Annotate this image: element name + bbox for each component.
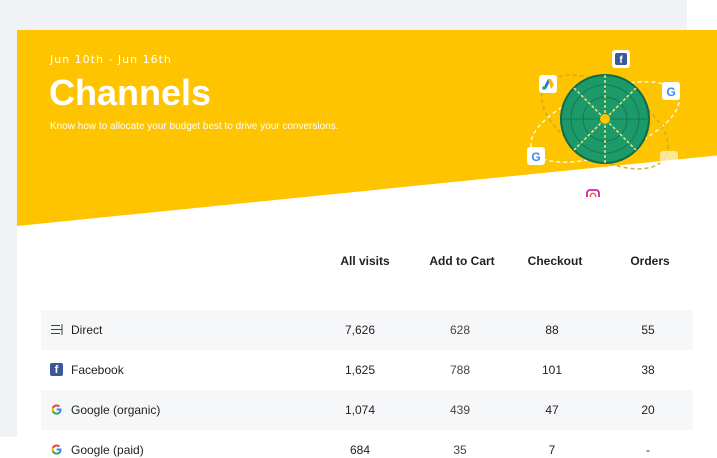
google-icon [50, 403, 63, 416]
column-header-orders: Orders [630, 254, 670, 268]
page-subtitle: Know how to allocate your budget best to… [50, 121, 339, 132]
checkout-value: 88 [545, 323, 559, 337]
orders-value: 55 [641, 323, 655, 337]
all-visits-value: 684 [349, 443, 371, 457]
column-header-add-to-cart: Add to Cart [429, 254, 495, 268]
google-ads-icon [539, 75, 557, 93]
instagram-icon [584, 187, 602, 205]
add-to-cart-value: 628 [449, 323, 471, 337]
checkout-value: 101 [541, 363, 563, 377]
svg-text:G: G [531, 150, 540, 164]
facebook-icon: f [50, 363, 63, 376]
column-header-all-visits: All visits [340, 254, 390, 268]
all-visits-value: 7,626 [344, 323, 376, 337]
add-to-cart-value: 788 [449, 363, 471, 377]
add-to-cart-value: 35 [453, 443, 467, 457]
svg-text:G: G [666, 85, 675, 99]
table-row: f Facebook 1,625 788 101 38 [41, 350, 693, 390]
orders-value: - [646, 443, 650, 457]
app-tile-icon [660, 151, 678, 169]
all-visits-value: 1,625 [344, 363, 376, 377]
checkout-value: 7 [548, 443, 556, 457]
channels-card: Jun 10th - Jun 16th Channels Know how to… [17, 30, 717, 458]
table-row: Direct 7,626 628 88 55 [41, 310, 693, 350]
direct-icon [50, 323, 63, 336]
channels-illustration: f G G [517, 47, 697, 205]
date-range: Jun 10th - Jun 16th [50, 53, 172, 66]
page-title: Channels [49, 72, 212, 113]
checkout-value: 47 [545, 403, 559, 417]
channel-name: Google (organic) [71, 403, 161, 417]
table-row: Google (organic) 1,074 439 47 20 [41, 390, 693, 430]
orders-value: 20 [641, 403, 655, 417]
add-to-cart-value: 439 [449, 403, 471, 417]
channel-name: Google (paid) [71, 443, 144, 457]
channel-name: Facebook [71, 363, 124, 377]
orders-value: 38 [641, 363, 655, 377]
table-row: Google (paid) 684 35 7 - [41, 430, 693, 458]
globe-icon [560, 74, 650, 164]
column-header-checkout: Checkout [527, 254, 583, 268]
all-visits-value: 1,074 [344, 403, 376, 417]
facebook-icon: f [612, 50, 630, 68]
google-icon: G [662, 82, 680, 100]
google-icon: G [527, 147, 545, 165]
channel-name: Direct [71, 323, 103, 337]
google-icon [50, 443, 63, 456]
